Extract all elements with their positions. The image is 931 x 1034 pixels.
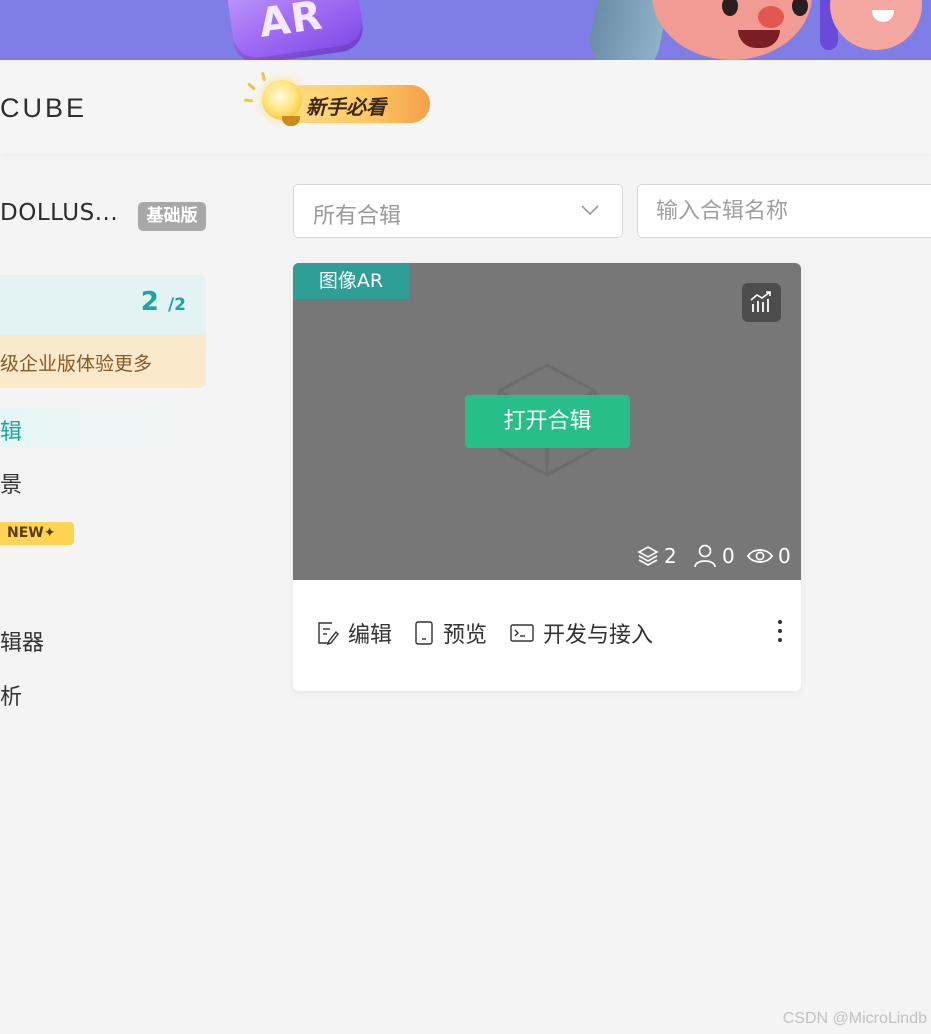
preview-button[interactable]: 预览 — [413, 618, 487, 648]
top-banner[interactable]: AR — [0, 0, 931, 60]
ar-badge-text: AR — [256, 0, 326, 47]
collection-select-value: 所有合辑 — [313, 204, 402, 229]
quota-card: 2 /2 级企业版体验更多 — [0, 275, 206, 388]
terminal-icon — [510, 624, 534, 642]
bulb-ray-icon — [260, 71, 267, 82]
open-collection-button[interactable]: 打开合辑 — [465, 395, 630, 448]
users-metric: 0 — [692, 542, 735, 570]
plan-badge: 基础版 — [138, 202, 206, 231]
edit-label: 编辑 — [348, 623, 393, 648]
card-type-tag: 图像AR — [293, 263, 409, 299]
bulb-ray-icon — [243, 98, 254, 103]
app-logo[interactable]: CUBE — [0, 93, 87, 124]
sidebar-item-analytics[interactable]: 析 — [0, 679, 22, 711]
edit-document-icon — [318, 622, 339, 646]
quota-used: 2 — [140, 287, 159, 317]
app-header: CUBE 新手必看 — [0, 60, 931, 154]
upgrade-banner[interactable]: 级企业版体验更多 — [0, 335, 206, 388]
sidebar-user-name[interactable]: DOLLUS... — [0, 200, 118, 226]
layers-metric: 2 — [636, 542, 677, 570]
upgrade-text: 级企业版体验更多 — [0, 353, 153, 375]
eye-icon — [746, 549, 774, 563]
views-metric: 0 — [746, 542, 791, 570]
develop-button[interactable]: 开发与接入 — [509, 618, 653, 648]
collection-card[interactable]: 图像AR 打开合辑 2 0 0 编辑 预览 开发与接入 — [293, 263, 801, 691]
stats-button[interactable] — [742, 283, 781, 322]
collection-select[interactable]: 所有合辑 — [293, 184, 623, 238]
chevron-down-icon — [581, 205, 599, 216]
lightbulb-base-icon — [282, 116, 300, 126]
card-cover[interactable]: 图像AR 打开合辑 2 0 0 — [293, 263, 801, 580]
collection-search-input[interactable] — [637, 184, 931, 238]
develop-label: 开发与接入 — [543, 623, 654, 648]
layers-count: 2 — [664, 544, 677, 568]
new-badge[interactable]: NEW✦ — [0, 522, 74, 545]
mobile-device-icon — [415, 621, 433, 645]
watermark: CSDN @MicroLindb — [782, 1010, 927, 1027]
users-count: 0 — [722, 544, 735, 568]
preview-label: 预览 — [443, 623, 488, 648]
user-icon — [694, 544, 716, 568]
cartoon-character-face-2 — [830, 0, 922, 50]
quota-total: /2 — [167, 295, 186, 315]
edit-button[interactable]: 编辑 — [315, 618, 392, 648]
bulb-ray-icon — [247, 82, 256, 91]
ar-badge-graphic: AR — [224, 0, 366, 60]
quota-usage: 2 /2 — [0, 275, 206, 335]
lightbulb-icon — [262, 80, 302, 120]
more-options-icon[interactable] — [775, 620, 785, 648]
bar-chart-trend-icon — [750, 291, 771, 312]
nav-active-highlight — [0, 408, 186, 448]
guide-label: 新手必看 — [306, 95, 386, 119]
quota-count: 2 /2 — [141, 287, 186, 317]
views-count: 0 — [778, 544, 791, 568]
card-actions-bar: 编辑 预览 开发与接入 — [293, 580, 801, 691]
sidebar-item-scenes[interactable]: 景 — [0, 467, 22, 499]
sidebar-item-editor[interactable]: 辑器 — [0, 625, 44, 657]
sidebar-item-collections[interactable]: 辑 — [0, 414, 22, 446]
layers-icon — [637, 546, 659, 566]
cartoon-nose — [758, 6, 784, 28]
